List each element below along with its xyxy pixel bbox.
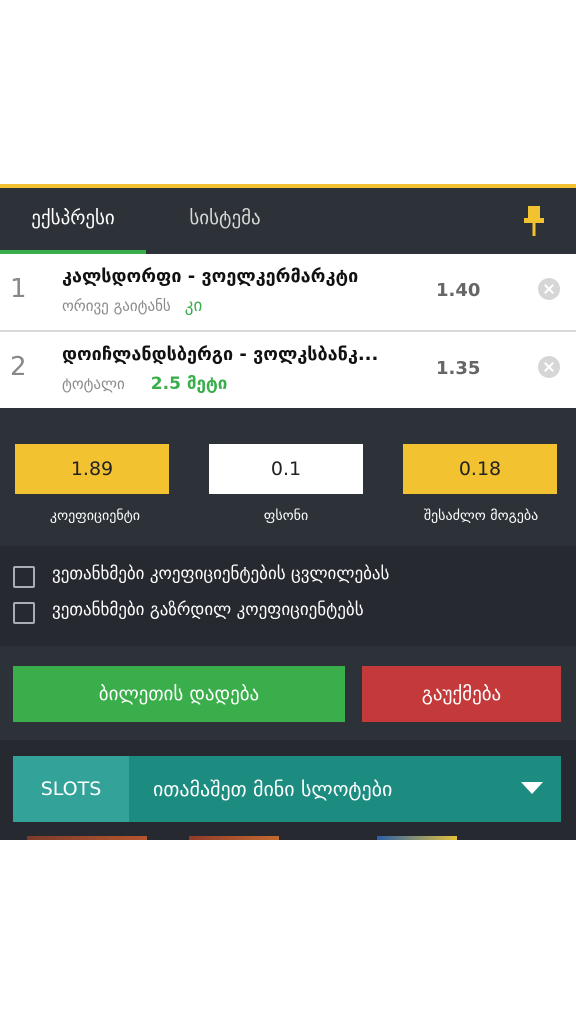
possible-win-value: 0.18: [403, 444, 557, 494]
slot-thumbnail[interactable]: [27, 836, 147, 840]
bet-number: 2: [10, 352, 27, 382]
tab-express[interactable]: ექსპრესი: [0, 188, 146, 252]
total-odds-label: კოეფიციენტი: [49, 508, 141, 524]
slot-thumbnail[interactable]: [189, 836, 279, 840]
slot-thumbnail[interactable]: [377, 836, 457, 840]
possible-win-label: შესაძლო მოგება: [423, 508, 539, 524]
slot-thumbnails: [13, 836, 561, 840]
accept-odds-change-row[interactable]: ვეთანხმები კოეფიციენტების ცვლილებას: [0, 558, 576, 594]
chevron-down-icon: [521, 782, 543, 794]
slots-section: SLOTS ითამაშეთ მინი სლოტები: [0, 740, 576, 840]
accept-odds-change-checkbox[interactable]: [13, 566, 35, 588]
mini-slots-dropdown[interactable]: SLOTS ითამაშეთ მინი სლოტები: [13, 756, 561, 822]
bet-market: ტოტალი 2.5 მეტი: [62, 374, 227, 394]
betslip-panel: ექსპრესი სისტემა 1 კალსდორფი - ვოელკერმა…: [0, 184, 576, 840]
bet-market: ორივე გაიტანს კი: [62, 296, 202, 316]
stake-input[interactable]: [209, 444, 363, 494]
agreement-checks: ვეთანხმები კოეფიციენტების ცვლილებას ვეთა…: [0, 546, 576, 646]
bet-row: 2 დოიჩლანდსბერგი - ვოლკსბანკ... ტოტალი 2.…: [0, 332, 576, 408]
bet-odd: 1.40: [436, 280, 481, 301]
slots-dropdown-label: ითამაშეთ მინი სლოტები: [153, 777, 393, 801]
stake-label: ფსონი: [263, 508, 309, 524]
bet-row: 1 კალსდორფი - ვოელკერმარკტი ორივე გაიტან…: [0, 254, 576, 330]
total-odds-value: 1.89: [15, 444, 169, 494]
cancel-button[interactable]: გაუქმება: [362, 666, 561, 722]
remove-bet-icon[interactable]: [538, 278, 560, 300]
pin-icon[interactable]: [522, 204, 546, 238]
bet-pick: 2.5 მეტი: [150, 374, 228, 394]
remove-bet-icon[interactable]: [538, 356, 560, 378]
bet-market-label: ტოტალი: [62, 375, 125, 393]
bet-odd: 1.35: [436, 358, 481, 379]
accept-odds-change-label: ვეთანხმები კოეფიციენტების ცვლილებას: [52, 564, 390, 584]
accept-boosted-odds-label: ვეთანხმები გაზრდილ კოეფიციენტებს: [52, 600, 364, 620]
tab-system[interactable]: სისტემა: [160, 188, 290, 252]
accept-boosted-odds-checkbox[interactable]: [13, 602, 35, 624]
slots-tag: SLOTS: [13, 756, 129, 822]
bet-pick: კი: [184, 296, 203, 316]
bet-market-label: ორივე გაიტანს: [62, 297, 171, 315]
bet-match-title: კალსდორფი - ვოელკერმარკტი: [62, 266, 359, 287]
bet-number: 1: [10, 274, 27, 304]
betslip-tabs: ექსპრესი სისტემა: [0, 188, 576, 254]
accept-boosted-odds-row[interactable]: ვეთანხმები გაზრდილ კოეფიციენტებს: [0, 594, 576, 630]
place-bet-button[interactable]: ბილეთის დადება: [13, 666, 345, 722]
bet-match-title: დოიჩლანდსბერგი - ვოლკსბანკ...: [62, 344, 379, 365]
